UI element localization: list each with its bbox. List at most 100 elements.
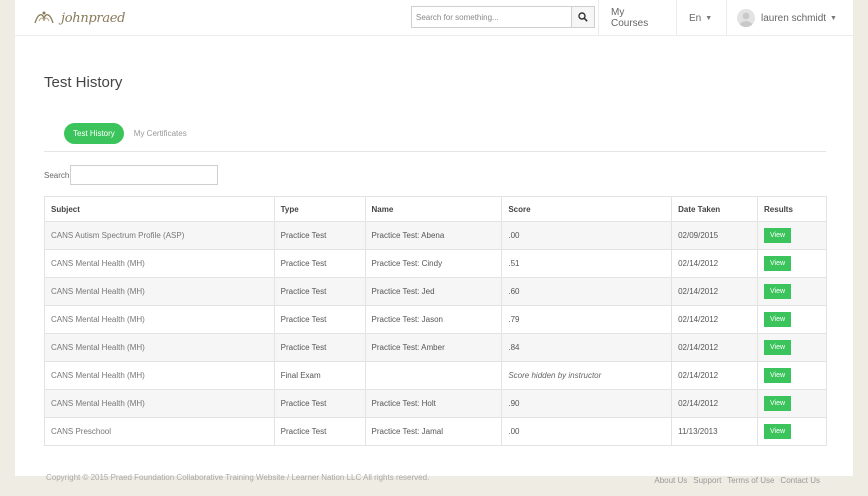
cell-results: View — [757, 305, 827, 334]
cell-score: .79 — [501, 305, 673, 334]
cell-results: View — [757, 249, 827, 278]
tab-test-history[interactable]: Test History — [64, 123, 124, 144]
table-header-row: Subject Type Name Score Date Taken Resul… — [44, 196, 827, 222]
cell-name: Practice Test: Amber — [364, 333, 503, 362]
cell-type: Practice Test — [273, 333, 366, 362]
search-icon — [578, 12, 588, 22]
column-header-score[interactable]: Score — [501, 196, 673, 222]
nav-my-courses[interactable]: My Courses — [598, 0, 676, 36]
table-row: CANS Autism Spectrum Profile (ASP) Pract… — [44, 221, 827, 250]
test-history-table: Subject Type Name Score Date Taken Resul… — [44, 196, 827, 446]
cell-results: View — [757, 361, 827, 390]
global-search — [411, 6, 595, 28]
site-logo[interactable]: johnpraed — [33, 7, 143, 29]
nav-my-courses-label: My Courses — [611, 7, 649, 29]
view-button[interactable]: View — [764, 256, 792, 271]
cell-date: 11/13/2013 — [671, 417, 759, 446]
view-button[interactable]: View — [764, 228, 792, 243]
cell-score: .00 — [501, 417, 673, 446]
column-header-subject[interactable]: Subject — [44, 196, 275, 222]
cell-type: Practice Test — [273, 221, 366, 250]
logo-text: johnpraed — [61, 10, 126, 26]
cell-results: View — [757, 417, 827, 446]
logo-flourish-icon — [34, 11, 54, 24]
cell-type: Practice Test — [273, 277, 366, 306]
table-row: CANS Mental Health (MH) Practice Test Pr… — [44, 249, 827, 278]
cell-subject: CANS Mental Health (MH) — [44, 249, 275, 278]
cell-results: View — [757, 277, 827, 306]
footer-link-support[interactable]: Support — [693, 476, 721, 485]
cell-score: .51 — [501, 249, 673, 278]
user-name: lauren schmidt — [761, 12, 827, 24]
cell-date: 02/14/2012 — [671, 249, 759, 278]
table-search-label: Search — [44, 170, 70, 180]
cell-name: Practice Test: Jamal — [364, 417, 503, 446]
cell-name: Practice Test: Holt — [364, 389, 503, 418]
cell-name: Practice Test: Cindy — [364, 249, 503, 278]
caret-down-icon: ▼ — [830, 14, 837, 22]
cell-subject: CANS Mental Health (MH) — [44, 277, 275, 306]
page-container: johnpraed My Courses En ▼ — [15, 0, 853, 485]
score-hidden-note: Score hidden by instructor — [508, 371, 602, 380]
cell-score: Score hidden by instructor — [501, 361, 673, 390]
footer-copyright: Copyright © 2015 Praed Foundation Collab… — [46, 473, 430, 482]
cell-date: 02/14/2012 — [671, 333, 759, 362]
cell-results: View — [757, 333, 827, 362]
footer-link-terms-of-use[interactable]: Terms of Use — [727, 476, 774, 485]
table-search: Search — [44, 165, 219, 185]
cell-type: Practice Test — [273, 389, 366, 418]
cell-type: Final Exam — [273, 361, 366, 390]
view-button[interactable]: View — [764, 284, 792, 299]
footer-link-contact-us[interactable]: Contact Us — [780, 476, 820, 485]
caret-down-icon: ▼ — [705, 14, 713, 22]
table-row: CANS Mental Health (MH) Practice Test Pr… — [44, 389, 827, 418]
view-button[interactable]: View — [764, 424, 792, 439]
cell-score: .84 — [501, 333, 673, 362]
column-header-name[interactable]: Name — [364, 196, 503, 222]
cell-score: .90 — [501, 389, 673, 418]
cell-name: Practice Test: Abena — [364, 221, 503, 250]
cell-subject: CANS Mental Health (MH) — [44, 389, 275, 418]
view-button[interactable]: View — [764, 396, 792, 411]
cell-type: Practice Test — [273, 417, 366, 446]
table-row: CANS Mental Health (MH) Practice Test Pr… — [44, 277, 827, 306]
cell-subject: CANS Autism Spectrum Profile (ASP) — [44, 221, 275, 250]
view-button[interactable]: View — [764, 368, 792, 383]
table-row: CANS Mental Health (MH) Practice Test Pr… — [44, 305, 827, 334]
top-header: johnpraed My Courses En ▼ — [15, 0, 853, 36]
table-row: CANS Mental Health (MH) Final Exam Score… — [44, 361, 827, 390]
cell-subject: CANS Mental Health (MH) — [44, 361, 275, 390]
page-title: Test History — [44, 74, 123, 91]
global-search-input[interactable] — [411, 6, 571, 28]
user-menu[interactable]: lauren schmidt ▼ — [726, 0, 853, 36]
search-button[interactable] — [571, 6, 595, 28]
divider — [44, 151, 826, 152]
cell-name: Practice Test: Jason — [364, 305, 503, 334]
language-dropdown[interactable]: En ▼ — [676, 0, 726, 36]
language-label: En — [689, 12, 702, 24]
cell-name — [364, 361, 503, 390]
cell-results: View — [757, 221, 827, 250]
cell-date: 02/14/2012 — [671, 305, 759, 334]
tabs: Test History My Certificates — [64, 123, 187, 144]
column-header-date-taken[interactable]: Date Taken — [671, 196, 759, 222]
cell-name: Practice Test: Jed — [364, 277, 503, 306]
column-header-results[interactable]: Results — [757, 196, 827, 222]
cell-subject: CANS Preschool — [44, 417, 275, 446]
tab-my-certificates[interactable]: My Certificates — [134, 129, 187, 138]
view-button[interactable]: View — [764, 312, 792, 327]
footer-link-about-us[interactable]: About Us — [654, 476, 687, 485]
cell-type: Practice Test — [273, 249, 366, 278]
view-button[interactable]: View — [764, 340, 792, 355]
cell-date: 02/14/2012 — [671, 389, 759, 418]
table-row: CANS Mental Health (MH) Practice Test Pr… — [44, 333, 827, 362]
cell-date: 02/14/2012 — [671, 361, 759, 390]
cell-date: 02/09/2015 — [671, 221, 759, 250]
cell-results: View — [757, 389, 827, 418]
cell-subject: CANS Mental Health (MH) — [44, 333, 275, 362]
footer-links: About Us Support Terms of Use Contact Us — [648, 476, 820, 485]
table-search-input[interactable] — [70, 165, 219, 185]
cell-score: .00 — [501, 221, 673, 250]
column-header-type[interactable]: Type — [273, 196, 366, 222]
cell-score: .60 — [501, 277, 673, 306]
